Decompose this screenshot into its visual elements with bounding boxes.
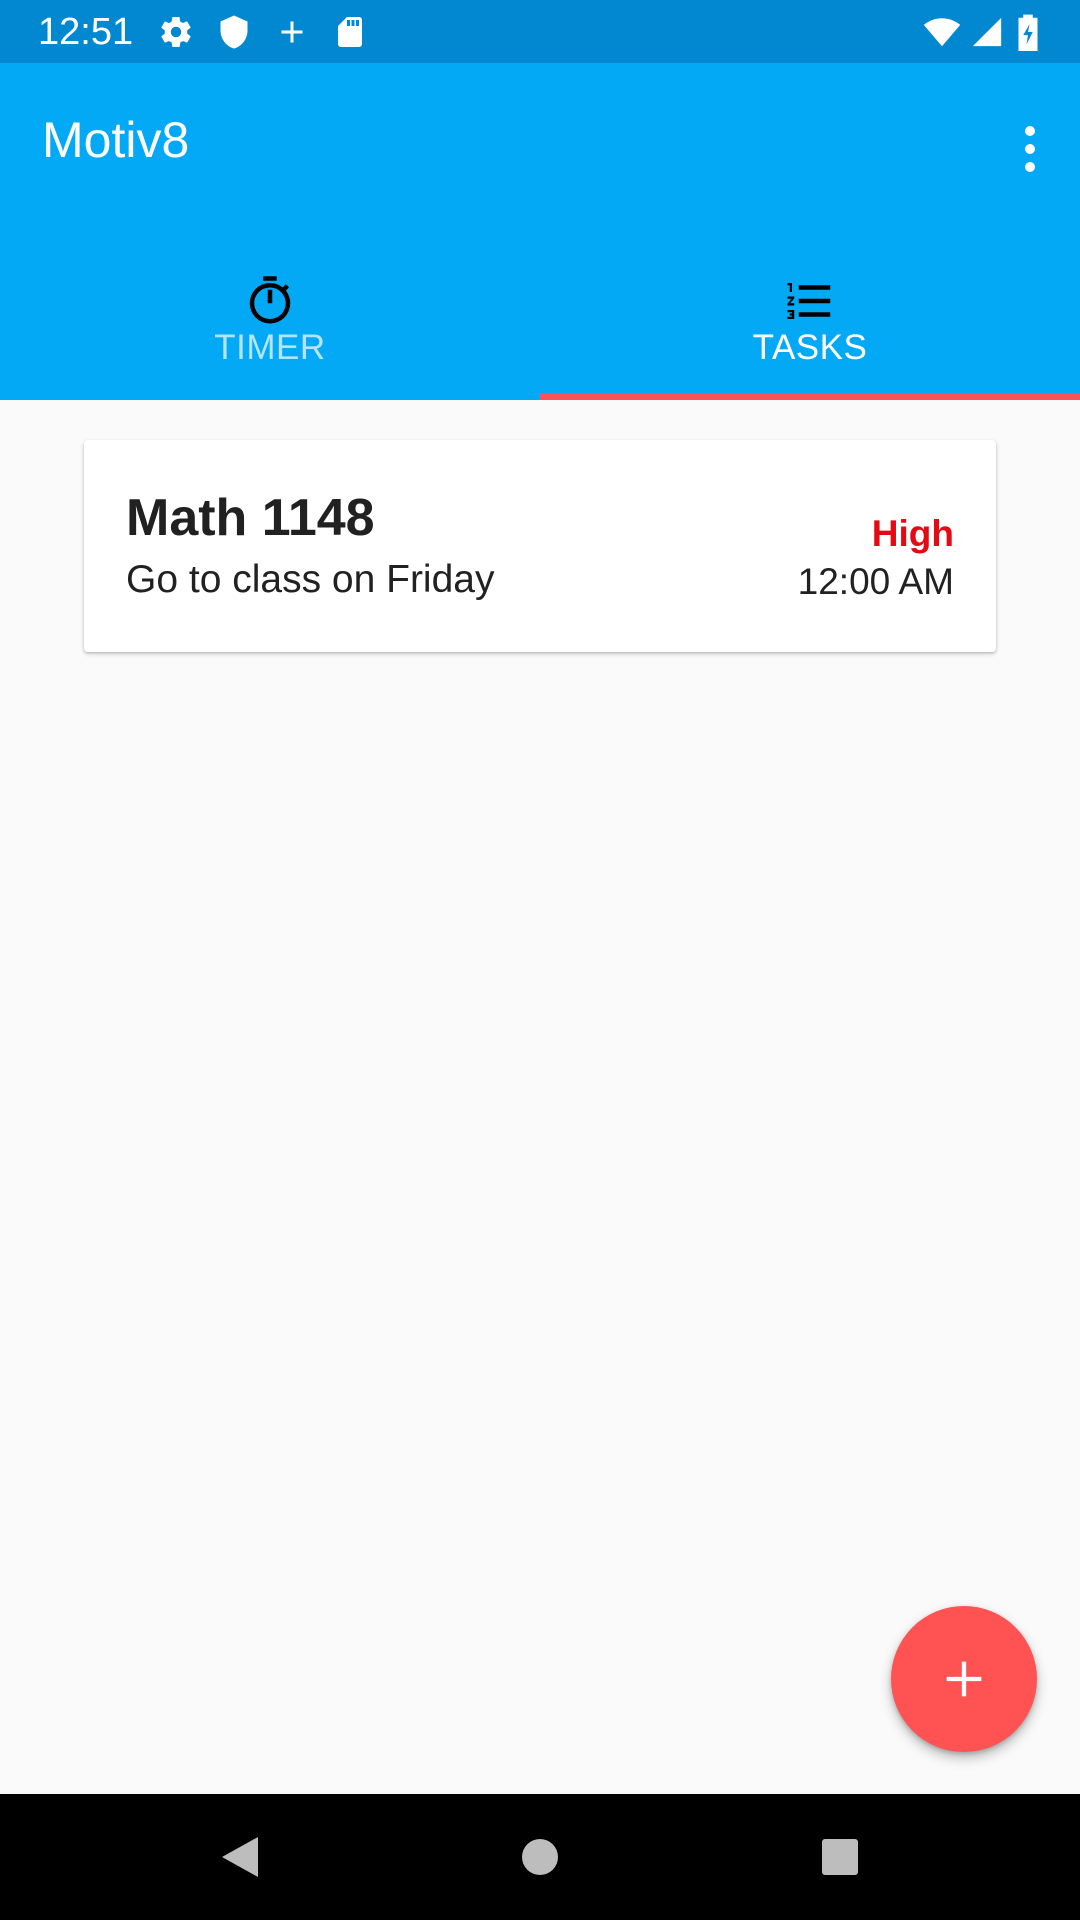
task-card[interactable]: Math 1148 Go to class on Friday High 12:… (84, 440, 996, 652)
tab-timer[interactable]: TIMER (0, 233, 540, 400)
back-icon (222, 1837, 258, 1877)
status-system-icons (920, 13, 1050, 51)
shield-icon (220, 15, 248, 49)
task-description: Go to class on Friday (126, 558, 495, 601)
back-button[interactable] (200, 1794, 280, 1920)
wifi-icon (923, 18, 961, 47)
overflow-dot (1025, 126, 1035, 136)
tab-bar: TIMER TASKS (0, 233, 1080, 400)
tab-tasks[interactable]: TASKS (540, 233, 1080, 400)
stopwatch-icon (249, 276, 291, 324)
status-bar: 12:51 (0, 0, 1080, 63)
tab-indicator (540, 394, 1080, 400)
app-title: Motiv8 (42, 112, 190, 168)
recents-icon (822, 1839, 858, 1875)
plus-icon (281, 21, 303, 43)
sd-card-icon (338, 17, 362, 47)
task-time: 12:00 AM (797, 561, 954, 602)
cell-signal-icon (972, 17, 1002, 47)
task-title: Math 1148 (126, 489, 375, 547)
add-task-button[interactable] (891, 1606, 1037, 1752)
home-icon (522, 1839, 558, 1875)
recents-button[interactable] (800, 1794, 880, 1920)
gear-icon (161, 17, 191, 48)
numbered-list-icon (787, 283, 831, 319)
navigation-bar (0, 1794, 1080, 1920)
status-time: 12:51 (38, 11, 134, 53)
app-bar: Motiv8 TIMER TASKS (0, 63, 1080, 400)
battery-charging-icon (1018, 14, 1038, 51)
plus-icon (946, 1661, 982, 1697)
overflow-dot (1025, 162, 1035, 172)
screen: 12:51 Motiv8 TIMER TASKS Math 1148 Go to… (0, 0, 1080, 1920)
home-button[interactable] (500, 1794, 580, 1920)
tab-label-tasks: TASKS (752, 328, 868, 367)
task-priority: High (871, 513, 954, 554)
overflow-menu-button[interactable] (1002, 107, 1058, 191)
overflow-dot (1025, 144, 1035, 154)
tab-label-timer: TIMER (214, 328, 326, 367)
